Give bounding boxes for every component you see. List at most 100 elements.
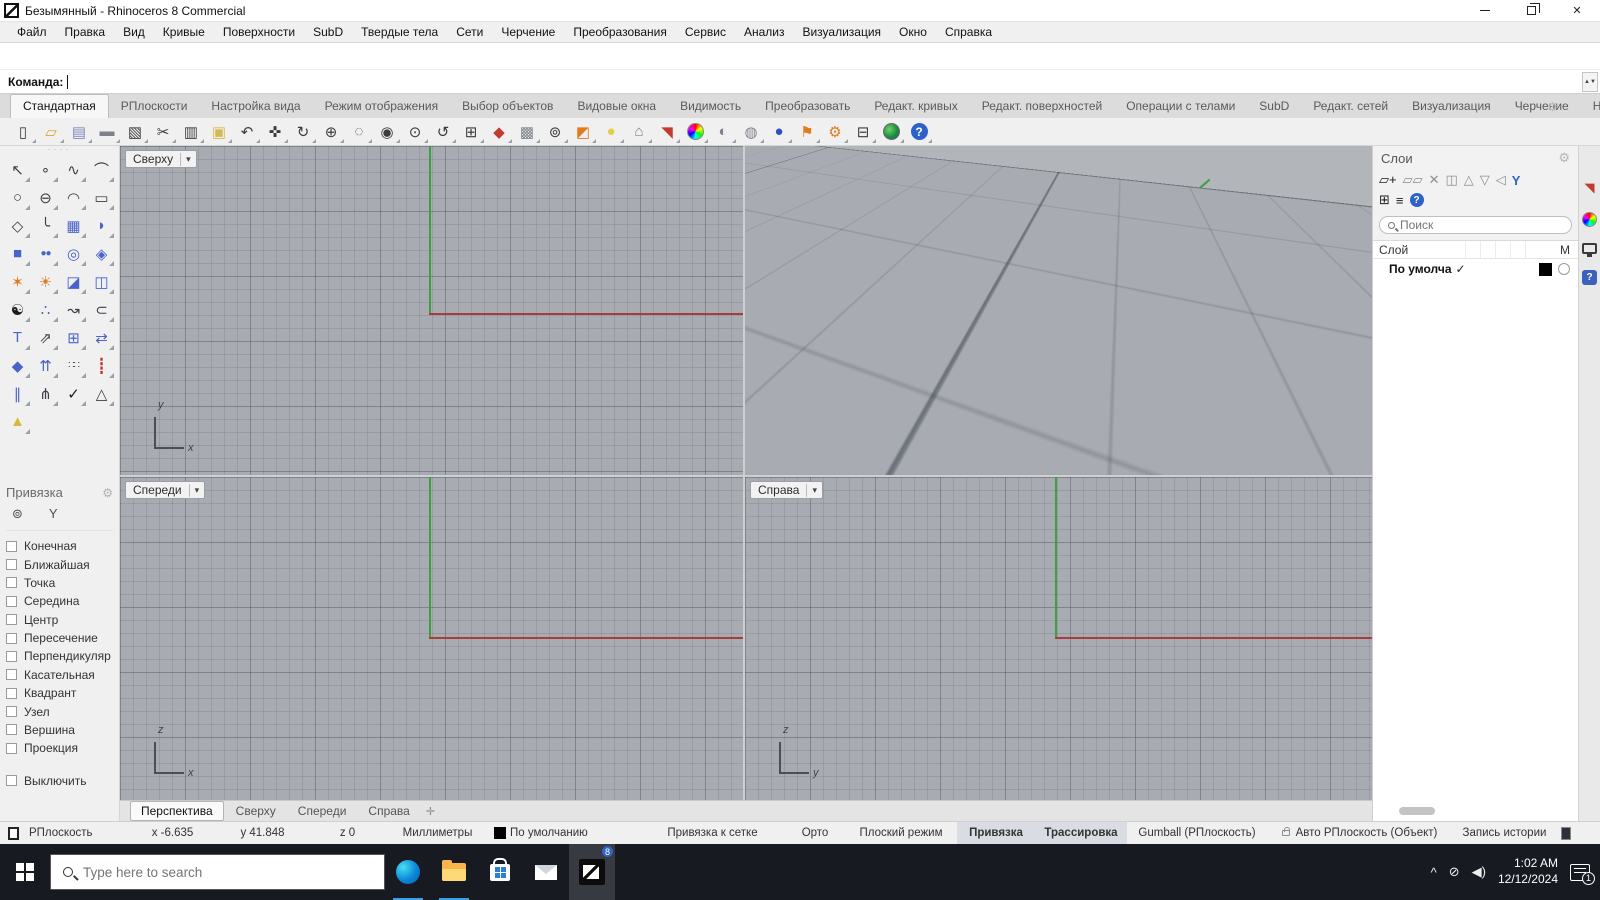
display-panel-tab-icon[interactable]: [1582, 212, 1597, 227]
cut-icon[interactable]: ✂: [150, 120, 176, 144]
layer-material-icon[interactable]: [1558, 263, 1570, 275]
checkbox[interactable]: [6, 595, 17, 607]
options-gear-icon[interactable]: ⚙: [822, 120, 848, 144]
tray-chevron-icon[interactable]: ^: [1431, 865, 1437, 880]
status-cplane[interactable]: РПлоскость: [25, 827, 130, 839]
layer-help-icon[interactable]: ?: [1409, 193, 1424, 207]
viewport-properties-tab-icon[interactable]: [1582, 243, 1597, 257]
status-smarttrack-toggle[interactable]: Трассировка: [1035, 822, 1127, 844]
layers-search-box[interactable]: [1379, 216, 1572, 234]
status-panel-icon[interactable]: [1561, 826, 1571, 840]
viewport-tab-front[interactable]: Спереди: [288, 802, 357, 820]
zoom-selected-icon[interactable]: ⊙: [402, 120, 428, 144]
minimize-button[interactable]: [1462, 0, 1508, 21]
tool-surface-patch-icon[interactable]: ◈: [88, 240, 115, 267]
open-folder-icon[interactable]: ▱: [38, 120, 64, 144]
checkbox[interactable]: [6, 687, 17, 699]
viewport-top-label[interactable]: Сверху ▾: [125, 150, 197, 168]
ribbon-tab-curve-edit[interactable]: Редакт. кривых: [862, 95, 969, 118]
start-button[interactable]: [0, 844, 50, 900]
move-layer-left-icon[interactable]: ◁: [1496, 172, 1506, 188]
clipping-plane-icon[interactable]: ◥: [654, 120, 680, 144]
viewport-menu-arrow-icon[interactable]: ▾: [841, 152, 857, 166]
status-osnap-toggle[interactable]: Привязка: [957, 822, 1035, 844]
taskbar-search-input[interactable]: [83, 864, 372, 880]
status-x-coordinate[interactable]: x -6.635: [130, 827, 215, 839]
taskbar-search-box[interactable]: [50, 854, 385, 890]
action-center-icon[interactable]: 1: [1570, 863, 1595, 885]
visibility-bulb-icon[interactable]: ●: [598, 120, 624, 144]
duplicate-layer-icon[interactable]: ◫: [1446, 172, 1458, 188]
render-sphere-icon[interactable]: ●: [766, 120, 792, 144]
tool-select-icon[interactable]: ↖: [4, 156, 31, 183]
layer-menu-icon[interactable]: ≡: [1396, 193, 1404, 208]
status-square-icon[interactable]: [8, 826, 19, 840]
osnap-tab-icon[interactable]: ⊚: [12, 506, 23, 522]
sidebar-grip[interactable]: ····: [0, 145, 119, 156]
taskbar-mail-icon[interactable]: [523, 844, 569, 900]
tool-scale-icon[interactable]: ⇗: [32, 324, 59, 351]
copy-icon[interactable]: ▥: [178, 120, 204, 144]
tool-rectangle-icon[interactable]: ▭: [88, 184, 115, 211]
viewport-perspective-label[interactable]: Перспектива ▾: [750, 150, 858, 168]
ribbon-tab-cplanes[interactable]: РПлоскости: [109, 95, 200, 118]
tool-split-icon[interactable]: ◫: [88, 268, 115, 295]
delete-layer-icon[interactable]: ✕: [1429, 172, 1440, 188]
menu-edit[interactable]: Правка: [56, 23, 115, 41]
menu-file[interactable]: Файл: [8, 23, 56, 41]
ribbon-tab-subd[interactable]: SubD: [1247, 95, 1301, 118]
layers-gear-icon[interactable]: ⚙: [1558, 150, 1570, 166]
save-icon[interactable]: ▤: [66, 120, 92, 144]
new-layer-icon[interactable]: ▱+: [1379, 172, 1397, 188]
tool-fillet-curves-icon[interactable]: ╰: [32, 212, 59, 239]
tool-blast-icon[interactable]: ☀: [32, 268, 59, 295]
ribbon-tab-render[interactable]: Визуализация: [1400, 95, 1503, 118]
lock-icon[interactable]: ⌂: [626, 120, 652, 144]
checkbox[interactable]: [6, 614, 17, 626]
tool-sphere-icon[interactable]: ●●: [32, 240, 59, 267]
osnap-checkbox-vertex[interactable]: Вершина: [6, 721, 113, 739]
command-history[interactable]: [0, 42, 1600, 70]
ribbon-tab-select[interactable]: Выбор объектов: [450, 95, 565, 118]
tool-polygon-icon[interactable]: ◇: [4, 212, 31, 239]
undo-view-icon[interactable]: ↺: [430, 120, 456, 144]
tool-mirror-icon[interactable]: ⇄: [88, 324, 115, 351]
layer-filter-icon[interactable]: Y: [1512, 173, 1521, 188]
osnap-checkbox-intersection[interactable]: Пересечение: [6, 629, 113, 647]
tool-linear-array-icon[interactable]: ┋: [88, 352, 115, 379]
selection-filter-icon[interactable]: ◩: [570, 120, 596, 144]
move-layer-down-icon[interactable]: ▽: [1480, 172, 1490, 188]
viewport-tab-right[interactable]: Справа: [358, 802, 419, 820]
viewport-menu-arrow-icon[interactable]: ▾: [180, 152, 196, 166]
menu-transform[interactable]: Преобразования: [564, 23, 676, 41]
checkbox[interactable]: [6, 669, 17, 681]
tool-curved-surface-icon[interactable]: ◗: [88, 212, 115, 239]
color-wheel-icon[interactable]: [682, 120, 708, 144]
ribbon-tab-transform[interactable]: Преобразовать: [753, 95, 862, 118]
checkbox[interactable]: [6, 775, 17, 787]
taskbar-rhino-icon[interactable]: 8: [569, 844, 615, 900]
tool-paint-icon[interactable]: ▲: [4, 408, 31, 435]
osnap-checkbox-point[interactable]: Точка: [6, 574, 113, 592]
menu-view[interactable]: Вид: [114, 23, 154, 41]
tool-explode-icon[interactable]: ✶: [4, 268, 31, 295]
tool-block-icon[interactable]: ⊞: [60, 324, 87, 351]
taskbar-edge-icon[interactable]: [385, 844, 431, 900]
status-ortho[interactable]: Орто: [785, 827, 845, 839]
status-record-history[interactable]: Запись истории: [1452, 827, 1557, 839]
tray-clock[interactable]: 1:02 AM 12/12/2024: [1498, 856, 1558, 887]
add-viewport-tab-icon[interactable]: ✛: [422, 805, 439, 818]
ribbon-tab-view-setup[interactable]: Настройка вида: [199, 95, 312, 118]
restore-button[interactable]: [1508, 0, 1554, 21]
osnap-checkbox-tangent[interactable]: Касательная: [6, 666, 113, 684]
osnap-circle-icon[interactable]: ⊚: [542, 120, 568, 144]
tool-box-icon[interactable]: ■: [4, 240, 31, 267]
tool-control-point-curve-icon[interactable]: ∿: [60, 156, 87, 183]
status-planar-mode[interactable]: Плоский режим: [845, 827, 957, 839]
tool-curve-through-points-icon[interactable]: ⌒: [88, 156, 115, 183]
viewport-menu-arrow-icon[interactable]: ▾: [188, 483, 205, 497]
zoom-extents-icon[interactable]: ◉: [374, 120, 400, 144]
checkbox[interactable]: [6, 650, 17, 662]
tool-curve-network-icon[interactable]: ⋔: [32, 380, 59, 407]
viewport-right-label[interactable]: Справа ▾: [750, 481, 823, 499]
